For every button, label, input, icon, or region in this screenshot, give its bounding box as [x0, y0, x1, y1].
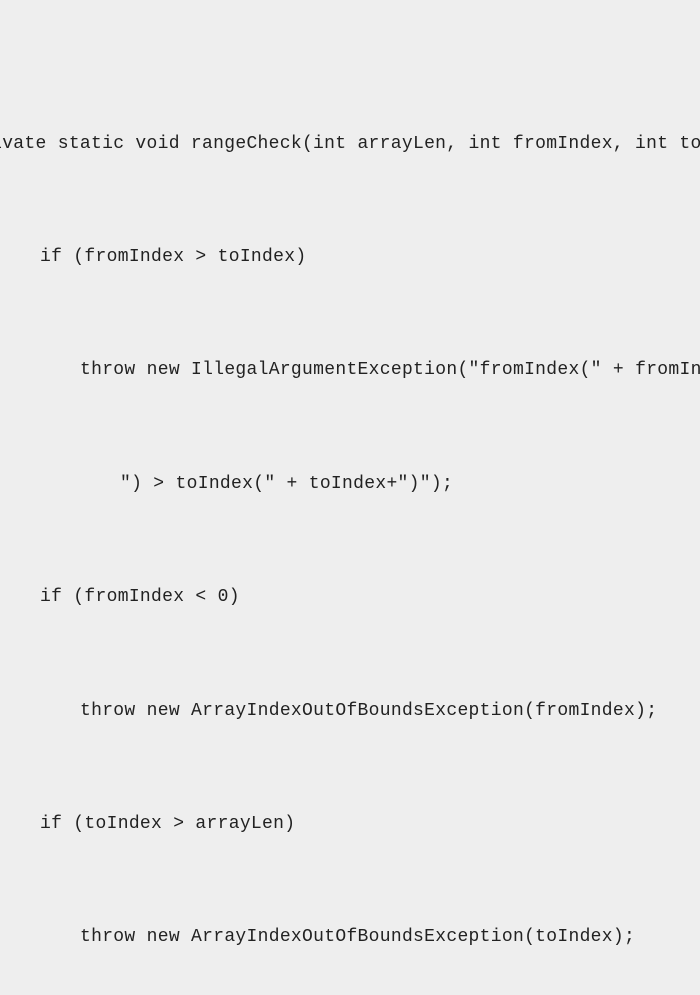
- code-line-7: if (toIndex > arrayLen): [0, 806, 700, 844]
- code-line-8: throw new ArrayIndexOutOfBoundsException…: [0, 919, 700, 957]
- code-line-2: if (fromIndex > toIndex): [0, 239, 700, 277]
- code-line-5: if (fromIndex < 0): [0, 579, 700, 617]
- code-line-6: throw new ArrayIndexOutOfBoundsException…: [0, 693, 700, 731]
- code-line-3: throw new IllegalArgumentException("from…: [0, 352, 700, 390]
- code-snippet: rivate static void rangeCheck(int arrayL…: [0, 50, 700, 995]
- code-line-1: rivate static void rangeCheck(int arrayL…: [0, 126, 700, 164]
- code-line-4: ") > toIndex(" + toIndex+")");: [0, 466, 700, 504]
